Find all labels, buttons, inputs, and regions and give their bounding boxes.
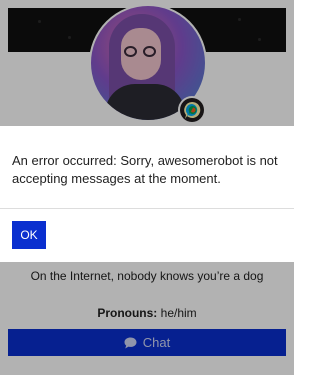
error-message: An error occurred: Sorry, awesomerobot i… [12, 153, 278, 186]
ok-button[interactable]: OK [12, 221, 46, 249]
error-dialog: An error occurred: Sorry, awesomerobot i… [0, 126, 294, 262]
dialog-divider [0, 208, 294, 209]
